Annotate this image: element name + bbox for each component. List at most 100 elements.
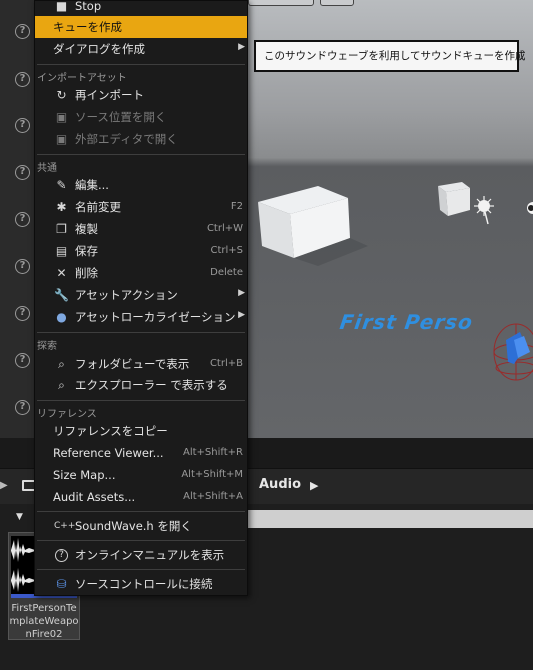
menu-item-label: エクスプローラー で表示する xyxy=(75,378,228,392)
create-cue-tooltip: このサウンドウェーブを利用してサウンドキューを作成 xyxy=(254,40,526,72)
menu-separator xyxy=(37,154,245,155)
menu-item-show-in-explorer[interactable]: ⌕ エクスプローラー で表示する xyxy=(35,374,247,396)
shortcut-label: Ctrl+B xyxy=(209,358,243,369)
menu-item-label: ソース位置を開く xyxy=(75,110,167,124)
menu-item-copy-reference[interactable]: リファレンスをコピー xyxy=(35,420,247,442)
menu-item-label: 名前変更 xyxy=(75,200,121,214)
help-icon[interactable]: ? xyxy=(15,259,30,274)
cpp-file-icon: C++ xyxy=(54,521,76,531)
help-icon[interactable]: ? xyxy=(15,306,30,321)
help-icon[interactable]: ? xyxy=(15,212,30,227)
shortcut-label: Ctrl+S xyxy=(210,245,243,256)
menu-item-open-source-location[interactable]: ▣ ソース位置を開く xyxy=(35,106,247,128)
menu-item-stop[interactable]: ■ Stop xyxy=(35,0,247,17)
menu-item-asset-actions[interactable]: 🔧 アセットアクション ▶ xyxy=(35,284,247,306)
menu-item-label: Audit Assets... xyxy=(53,490,136,504)
menu-item-save[interactable]: ▤ 保存 Ctrl+S xyxy=(35,240,247,262)
section-header-references: リファレンス xyxy=(37,409,97,420)
menu-item-label: Reference Viewer... xyxy=(53,446,164,460)
help-icon[interactable]: ? xyxy=(15,72,30,87)
magnifier-icon: ⌕ xyxy=(58,357,65,371)
viewport-floor-text: First Perso xyxy=(338,310,475,334)
menu-item-label: キューを作成 xyxy=(53,20,122,34)
menu-item-duplicate[interactable]: ❐ 複製 Ctrl+W xyxy=(35,218,247,240)
asset-context-menu: ■ Stop キューを作成 ダイアログを作成 ▶ インポートアセット ↻ 再イン… xyxy=(34,0,248,596)
reimport-icon: ↻ xyxy=(56,88,67,102)
folder-open-icon: ▣ xyxy=(55,110,68,124)
save-icon: ▤ xyxy=(55,244,68,258)
menu-item-label: 保存 xyxy=(75,244,98,258)
search-strip[interactable] xyxy=(248,510,533,528)
menu-item-label: SoundWave.h を開く xyxy=(75,519,192,533)
menu-item-label: Stop xyxy=(75,0,102,13)
duplicate-icon: ❐ xyxy=(56,222,67,236)
magnifier-icon: ⌕ xyxy=(58,378,65,392)
menu-item-open-external-editor[interactable]: ▣ 外部エディタで開く xyxy=(35,128,247,150)
menu-item-online-manual[interactable]: ? オンラインマニュアルを表示 xyxy=(35,544,247,566)
delete-x-icon: ✕ xyxy=(56,266,67,280)
menu-item-label: リファレンスをコピー xyxy=(53,424,168,438)
shortcut-label: Delete xyxy=(210,267,243,278)
menu-item-create-dialog[interactable]: ダイアログを作成 ▶ xyxy=(35,38,247,60)
menu-item-open-header[interactable]: C++ SoundWave.h を開く xyxy=(35,515,247,537)
menu-item-label: 編集... xyxy=(75,178,109,192)
asset-name-label: FirstPersonTemplateWeaponFire02 xyxy=(9,603,79,640)
menu-separator xyxy=(37,332,245,333)
help-icon[interactable]: ? xyxy=(15,353,30,368)
menu-separator xyxy=(37,569,245,570)
menu-item-label: 削除 xyxy=(75,266,98,280)
menu-item-label: アセットローカライゼーション xyxy=(75,310,236,324)
menu-item-label: オンラインマニュアルを表示 xyxy=(75,548,225,562)
globe-icon: ● xyxy=(56,310,67,324)
history-back-icon[interactable]: ▶ xyxy=(0,480,8,491)
shortcut-label: Alt+Shift+R xyxy=(183,447,243,458)
menu-separator xyxy=(37,540,245,541)
menu-separator xyxy=(37,64,245,65)
menu-item-label: 複製 xyxy=(75,222,98,236)
filter-icon[interactable]: ▼ xyxy=(16,512,23,522)
menu-item-label: 外部エディタで開く xyxy=(75,132,178,146)
menu-item-asset-localization[interactable]: ● アセットローカライゼーション ▶ xyxy=(35,306,247,328)
menu-item-label: 再インポート xyxy=(75,88,144,102)
menu-item-reference-viewer[interactable]: Reference Viewer... Alt+Shift+R xyxy=(35,442,247,464)
menu-item-size-map[interactable]: Size Map... Alt+Shift+M xyxy=(35,464,247,486)
menu-item-label: Size Map... xyxy=(53,468,116,482)
submenu-arrow-icon: ▶ xyxy=(238,310,245,320)
help-icon[interactable]: ? xyxy=(15,400,30,415)
path-segment-audio[interactable]: Audio xyxy=(259,477,301,492)
shortcut-label: Ctrl+W xyxy=(206,223,243,234)
section-header-explore: 探索 xyxy=(37,341,57,352)
menu-item-label: フォルダビューで表示 xyxy=(75,357,190,371)
shortcut-label: Alt+Shift+M xyxy=(181,469,243,480)
shortcut-label: F2 xyxy=(230,201,243,212)
submenu-arrow-icon: ▶ xyxy=(238,42,245,52)
menu-item-label: ダイアログを作成 xyxy=(53,42,145,56)
source-control-icon: ⛁ xyxy=(56,577,67,591)
menu-item-reimport[interactable]: ↻ 再インポート xyxy=(35,84,247,106)
menu-item-rename[interactable]: ✱ 名前変更 F2 xyxy=(35,196,247,218)
menu-item-create-cue[interactable]: キューを作成 xyxy=(35,16,247,38)
section-header-common: 共通 xyxy=(37,163,57,174)
path-chevron-right-icon[interactable]: ▶ xyxy=(310,479,318,492)
help-icon[interactable]: ? xyxy=(15,165,30,180)
help-icon[interactable]: ? xyxy=(15,118,30,133)
shortcut-label: Alt+Shift+A xyxy=(183,491,243,502)
editor-window: ? ? ? ? ? ? ? ? ? First Perso このサウンドウェーブ… xyxy=(0,0,533,670)
section-header-import: インポートアセット xyxy=(37,73,127,84)
menu-separator xyxy=(37,511,245,512)
menu-item-show-in-folder-view[interactable]: ⌕ フォルダビューで表示 Ctrl+B xyxy=(35,353,247,375)
menu-item-label: アセットアクション xyxy=(75,288,178,302)
menu-item-label: ソースコントロールに接続 xyxy=(75,577,213,591)
submenu-arrow-icon: ▶ xyxy=(238,288,245,298)
menu-item-connect-source-control[interactable]: ⛁ ソースコントロールに接続 xyxy=(35,573,247,595)
menu-item-edit[interactable]: ✎ 編集... xyxy=(35,174,247,196)
help-icon[interactable]: ? xyxy=(15,24,30,39)
external-editor-icon: ▣ xyxy=(55,132,68,146)
rename-icon: ✱ xyxy=(56,200,67,214)
menu-item-delete[interactable]: ✕ 削除 Delete xyxy=(35,262,247,284)
menu-item-audit-assets[interactable]: Audit Assets... Alt+Shift+A xyxy=(35,486,247,508)
menu-separator xyxy=(37,400,245,401)
help-circle-icon: ? xyxy=(55,549,68,562)
stop-icon: ■ xyxy=(55,0,68,13)
wrench-icon: 🔧 xyxy=(54,288,69,302)
